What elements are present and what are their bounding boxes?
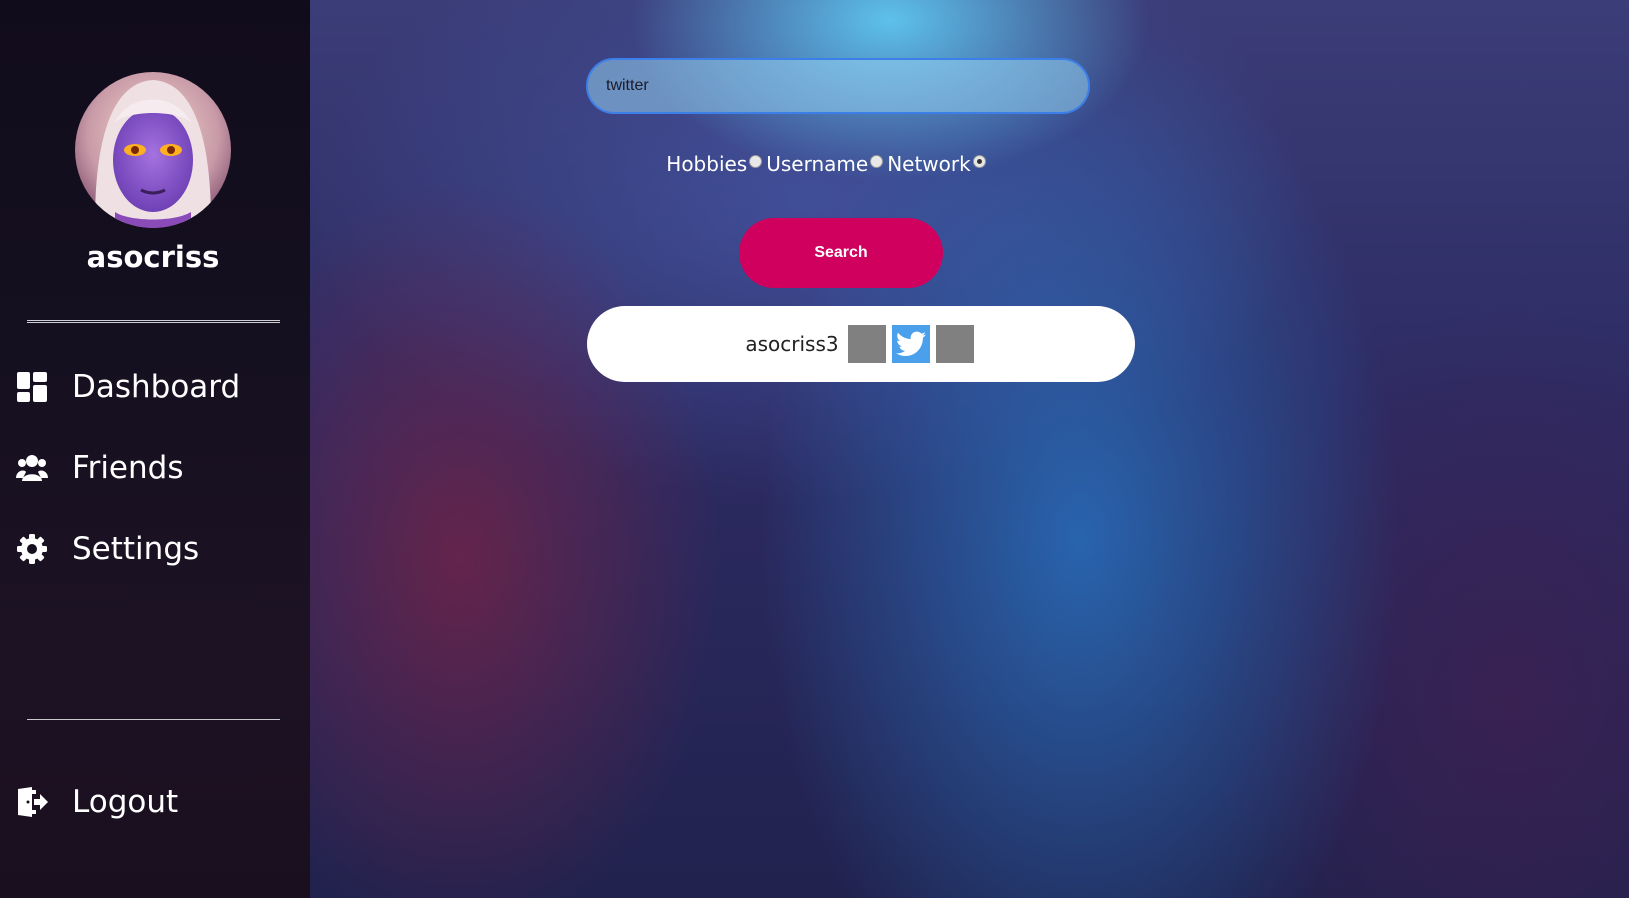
radio-username[interactable]: [870, 154, 884, 168]
radio-label-network: Network: [887, 152, 971, 176]
sidebar-item-label: Dashboard: [72, 369, 241, 405]
placeholder-icon[interactable]: [935, 325, 974, 363]
result-username: asocriss3: [745, 332, 839, 356]
logout-icon: [16, 786, 48, 818]
gear-icon: [16, 533, 48, 565]
search-input[interactable]: [586, 58, 1090, 114]
radio-label-username: Username: [766, 152, 869, 176]
logout-button[interactable]: Logout: [16, 780, 178, 824]
profile-username: asocriss: [86, 240, 220, 274]
radio-network[interactable]: [972, 154, 986, 168]
sidebar-item-friends[interactable]: Friends: [16, 446, 183, 490]
sidebar-divider-bottom: [27, 719, 280, 720]
avatar: [75, 72, 231, 228]
sidebar-item-dashboard[interactable]: Dashboard: [16, 365, 240, 409]
radio-hobbies[interactable]: [749, 154, 763, 168]
search-button[interactable]: Search: [739, 218, 943, 288]
sidebar-item-settings[interactable]: Settings: [16, 527, 199, 571]
radio-label-hobbies: Hobbies: [666, 152, 748, 176]
sidebar-item-label: Friends: [72, 450, 184, 486]
main-content: Hobbies Username Network Search asocriss…: [310, 0, 1629, 898]
result-card[interactable]: asocriss3: [587, 306, 1135, 382]
sidebar-item-label: Settings: [72, 531, 200, 567]
twitter-icon[interactable]: [891, 325, 930, 363]
sidebar-divider-top: [27, 320, 280, 323]
logout-label: Logout: [72, 784, 179, 820]
placeholder-icon[interactable]: [847, 325, 886, 363]
dashboard-icon: [16, 371, 48, 403]
app-window: asocriss Dashboard Friends Settings Logo…: [0, 0, 1629, 898]
sidebar: asocriss Dashboard Friends Settings Logo…: [0, 0, 310, 898]
users-icon: [16, 452, 48, 484]
search-filter-options: Hobbies Username Network: [310, 152, 1338, 176]
